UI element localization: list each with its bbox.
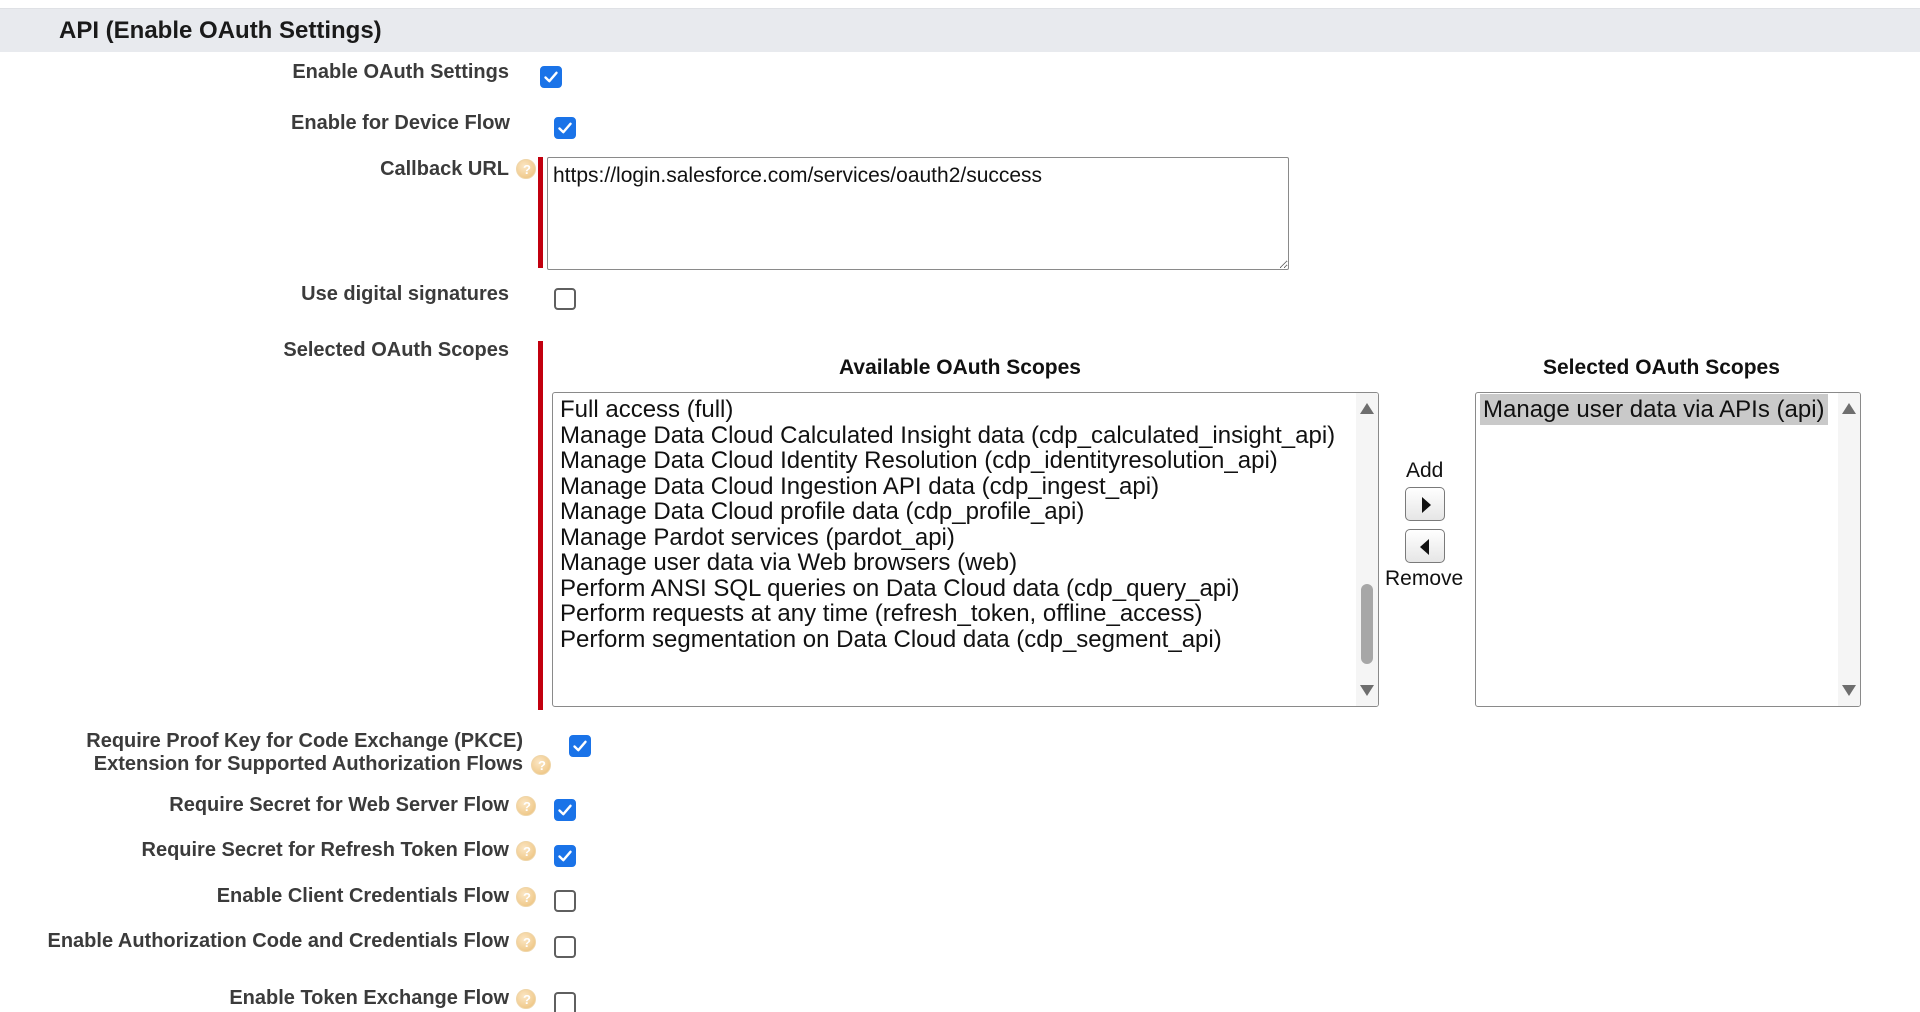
- available-scopes-scrollbar[interactable]: [1356, 393, 1378, 706]
- scroll-up-icon[interactable]: [1360, 403, 1374, 414]
- client-credentials-label: Enable Client Credentials Flow: [216, 885, 509, 907]
- selected-scopes-scrollbar[interactable]: [1838, 393, 1860, 706]
- available-scopes-scroll-thumb[interactable]: [1361, 584, 1373, 664]
- auth-code-credentials-label: Enable Authorization Code and Credential…: [47, 930, 509, 952]
- available-scopes-title: Available OAuth Scopes: [839, 356, 1081, 379]
- pkce-label-line2: Extension for Supported Authorization Fl…: [93, 753, 523, 775]
- device-flow-checkbox[interactable]: [554, 117, 576, 139]
- enable-oauth-checkbox[interactable]: [540, 66, 562, 88]
- section-title: API (Enable OAuth Settings): [59, 17, 382, 44]
- secret-web-server-help-icon[interactable]: ?: [516, 796, 536, 816]
- callback-url-label: Callback URL: [380, 158, 509, 180]
- selected-scope-option[interactable]: Manage user data via APIs (api): [1480, 394, 1828, 425]
- add-label: Add: [1406, 459, 1444, 482]
- section-header: API (Enable OAuth Settings): [0, 8, 1920, 52]
- pkce-help-icon[interactable]: ?: [531, 755, 551, 775]
- pkce-checkbox[interactable]: [569, 735, 591, 757]
- secret-refresh-help-icon[interactable]: ?: [516, 841, 536, 861]
- arrow-left-icon: [1420, 539, 1429, 555]
- token-exchange-label: Enable Token Exchange Flow: [229, 987, 509, 1009]
- add-button[interactable]: [1405, 487, 1445, 521]
- token-exchange-checkbox[interactable]: [554, 992, 576, 1012]
- oauth-scopes-label: Selected OAuth Scopes: [283, 339, 509, 361]
- digital-signatures-label: Use digital signatures: [301, 283, 509, 305]
- enable-oauth-label: Enable OAuth Settings: [292, 61, 509, 83]
- remove-label: Remove: [1385, 567, 1464, 590]
- arrow-right-icon: [1422, 497, 1431, 513]
- remove-button[interactable]: [1405, 529, 1445, 563]
- scroll-down-icon[interactable]: [1842, 685, 1856, 696]
- checkmark-icon: [558, 850, 572, 862]
- auth-code-credentials-help-icon[interactable]: ?: [516, 932, 536, 952]
- secret-refresh-label: Require Secret for Refresh Token Flow: [141, 839, 510, 861]
- selected-scopes-listbox[interactable]: Manage user data via APIs (api): [1475, 392, 1861, 707]
- client-credentials-help-icon[interactable]: ?: [516, 887, 536, 907]
- checkmark-icon: [573, 740, 587, 752]
- available-scope-option[interactable]: Perform segmentation on Data Cloud data …: [557, 624, 1225, 655]
- scroll-down-icon[interactable]: [1360, 685, 1374, 696]
- available-scopes-listbox[interactable]: Full access (full) Manage Data Cloud Calc…: [552, 392, 1379, 707]
- callback-url-input[interactable]: [547, 157, 1289, 270]
- checkmark-icon: [558, 122, 572, 134]
- token-exchange-help-icon[interactable]: ?: [516, 989, 536, 1009]
- selected-scopes-title: Selected OAuth Scopes: [1543, 356, 1780, 379]
- checkmark-icon: [558, 804, 572, 816]
- scroll-up-icon[interactable]: [1842, 403, 1856, 414]
- secret-refresh-checkbox[interactable]: [554, 845, 576, 867]
- callback-url-help-icon[interactable]: ?: [516, 159, 536, 179]
- checkmark-icon: [544, 71, 558, 83]
- device-flow-label: Enable for Device Flow: [291, 112, 510, 134]
- secret-web-server-checkbox[interactable]: [554, 799, 576, 821]
- digital-signatures-checkbox[interactable]: [554, 288, 576, 310]
- auth-code-credentials-checkbox[interactable]: [554, 936, 576, 958]
- client-credentials-checkbox[interactable]: [554, 890, 576, 912]
- oauth-scopes-required-indicator: [538, 341, 543, 710]
- callback-url-required-indicator: [538, 157, 543, 268]
- pkce-label-line1: Require Proof Key for Code Exchange (PKC…: [86, 730, 523, 752]
- secret-web-server-label: Require Secret for Web Server Flow: [169, 794, 509, 816]
